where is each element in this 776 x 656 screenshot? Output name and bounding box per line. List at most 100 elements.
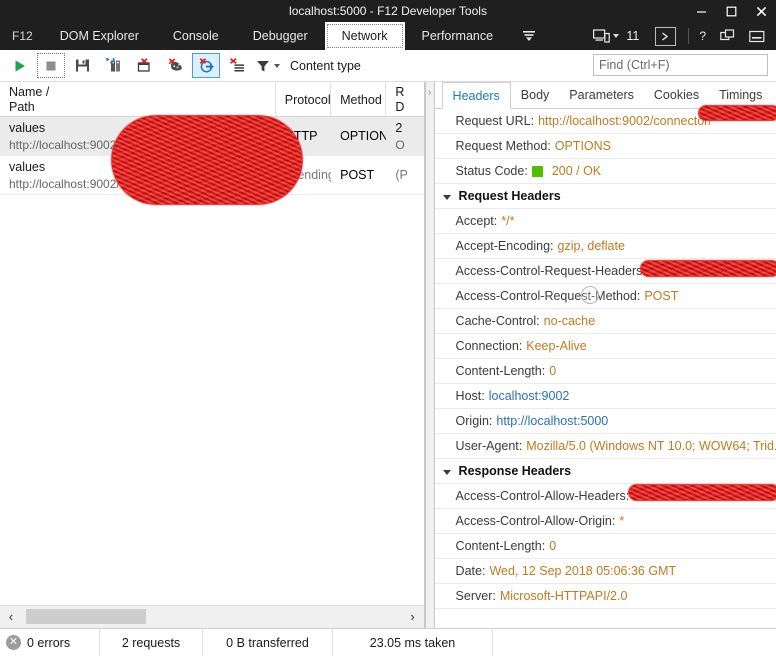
header-row-access-control-allow-headers: Access-Control-Allow-Headers:	[434, 484, 776, 509]
tab-debugger[interactable]: Debugger	[236, 22, 325, 50]
detail-request-url: Request URL: http://localhost:9002/conne…	[434, 109, 776, 134]
scrollbar-track[interactable]	[22, 606, 402, 628]
save-as-har-button[interactable]	[68, 53, 96, 78]
cell-name-path: values http://localhost:9002/	[0, 117, 276, 155]
status-errors-label: 0 errors	[27, 635, 71, 650]
start-profiling-button[interactable]	[6, 53, 34, 78]
find-input[interactable]	[593, 54, 768, 76]
table-row[interactable]: values http://localhost:9002/ (Pending) …	[0, 156, 424, 195]
header-value: Keep-Alive	[526, 339, 587, 353]
dock-position-button[interactable]	[742, 22, 772, 50]
header-row-accept-encoding: Accept-Encoding: gzip, deflate	[434, 234, 776, 259]
tab-cookies[interactable]: Cookies	[644, 82, 709, 108]
header-value: Mozilla/5.0 (Windows NT 10.0; WOW64; Tri…	[526, 439, 776, 453]
minimize-button[interactable]	[686, 0, 716, 28]
header-value: 0	[549, 539, 557, 553]
status-transferred: 0 B transferred	[203, 629, 333, 656]
header-row-content-length: Content-Length: 0	[434, 359, 776, 384]
content-type-filter[interactable]: Content type	[256, 59, 361, 73]
chevron-right-icon[interactable]: ›	[428, 88, 432, 628]
header-value: http://localhost:5000	[496, 414, 609, 428]
header-value: POST	[644, 289, 679, 303]
more-tools-icon[interactable]	[510, 22, 548, 50]
grid-header-row: Name / Path Protocol Method R D	[0, 82, 424, 117]
window-controls	[686, 0, 776, 22]
header-value: gzip, deflate	[557, 239, 625, 253]
header-value: Microsoft-HTTPAPI/2.0	[499, 589, 628, 603]
header-key: Access-Control-Request-Headers:	[455, 264, 646, 278]
close-button[interactable]	[746, 0, 776, 22]
undock-window-button[interactable]	[713, 22, 742, 50]
triangle-expanded-icon	[442, 469, 451, 475]
header-value: *	[619, 514, 625, 528]
header-row-server: Server: Microsoft-HTTPAPI/2.0	[434, 584, 776, 609]
detail-tab-bar: Headers Body Parameters Cookies Timings	[434, 82, 776, 109]
header-value: */*	[501, 214, 515, 228]
document-mode-value: 11	[626, 29, 640, 43]
detail-key: Request URL:	[455, 114, 535, 128]
header-key: Access-Control-Allow-Headers:	[455, 489, 630, 503]
filter-icon	[257, 60, 269, 71]
header-key: Origin:	[455, 414, 493, 428]
browser-mode-icon[interactable]: 11	[586, 22, 646, 50]
tab-parameters[interactable]: Parameters	[559, 82, 644, 108]
chevron-down-icon	[613, 34, 620, 38]
header-row-user-agent: User-Agent: Mozilla/5.0 (Windows NT 10.0…	[434, 434, 776, 459]
request-path: http://localhost:9002/	[9, 177, 120, 191]
horizontal-scrollbar[interactable]: ‹ ›	[0, 605, 424, 628]
tab-network[interactable]: Network	[324, 22, 405, 50]
column-header-line1: Name /	[9, 85, 50, 99]
tab-timings[interactable]: Timings	[709, 82, 772, 108]
section-request-headers[interactable]: Request Headers	[434, 184, 776, 209]
stop-profiling-button[interactable]	[37, 53, 65, 78]
tab-dom-explorer[interactable]: DOM Explorer	[43, 22, 156, 50]
section-title: Request Headers	[458, 189, 561, 203]
main-content: Name / Path Protocol Method R D values h…	[0, 82, 776, 628]
header-key: Accept:	[455, 214, 498, 228]
tab-performance[interactable]: Performance	[405, 22, 511, 50]
column-header-line2: Protocol	[284, 92, 331, 107]
header-key: Cache-Control:	[455, 314, 540, 328]
tab-headers[interactable]: Headers	[441, 82, 511, 109]
column-header-result[interactable]: R D	[386, 82, 423, 116]
header-key: User-Agent:	[455, 439, 523, 453]
refresh-network-button[interactable]	[99, 53, 127, 78]
tab-body[interactable]: Body	[511, 82, 560, 108]
scrollbar-thumb[interactable]	[26, 609, 146, 624]
detail-value: OPTIONS	[554, 139, 612, 153]
scroll-right-arrow-icon[interactable]: ›	[402, 606, 424, 628]
maximize-button[interactable]	[716, 0, 746, 22]
status-errors[interactable]: ✕ 0 errors	[0, 629, 100, 656]
header-row-response-content-length: Content-Length: 0	[434, 534, 776, 559]
pane-splitter[interactable]: ›	[424, 82, 435, 628]
section-response-headers[interactable]: Response Headers	[434, 459, 776, 484]
always-refresh-from-server-button[interactable]	[192, 53, 220, 78]
status-color-swatch	[531, 165, 543, 177]
detail-key: Request Method:	[455, 139, 551, 153]
clear-entries-on-navigate-button[interactable]	[223, 53, 251, 78]
toggle-console-button[interactable]	[646, 22, 685, 50]
detail-key: Status Code:	[455, 164, 528, 178]
column-header-name-path[interactable]: Name / Path	[0, 82, 276, 116]
table-row[interactable]: values http://localhost:9002/ HTTP OPTIO…	[0, 117, 424, 156]
headers-list: Request URL: http://localhost:9002/conne…	[434, 109, 776, 628]
cell-result: 2 O	[386, 117, 423, 155]
tab-console[interactable]: Console	[156, 22, 236, 50]
scroll-left-arrow-icon[interactable]: ‹	[0, 606, 22, 628]
chevron-down-icon	[274, 63, 280, 68]
clear-cache-button[interactable]	[130, 53, 158, 78]
header-row-cache-control: Cache-Control: no-cache	[434, 309, 776, 334]
clear-cookies-button[interactable]	[161, 53, 189, 78]
header-row-accept: Accept: */*	[434, 209, 776, 234]
tool-tab-bar: F12 DOM Explorer Console Debugger Networ…	[0, 22, 776, 50]
window-title: localhost:5000 - F12 Developer Tools	[289, 4, 487, 18]
column-header-line2: Path	[9, 100, 35, 114]
column-header-method[interactable]: Method	[331, 82, 387, 116]
f12-label: F12	[12, 29, 33, 43]
cell-protocol: (Pending)	[284, 167, 331, 182]
header-row-connection: Connection: Keep-Alive	[434, 334, 776, 359]
column-header-protocol[interactable]: Protocol	[276, 82, 332, 116]
column-header-line2: Method	[340, 92, 382, 107]
network-toolbar: Content type	[0, 50, 776, 82]
request-detail-pane: Headers Body Parameters Cookies Timings …	[434, 82, 776, 628]
